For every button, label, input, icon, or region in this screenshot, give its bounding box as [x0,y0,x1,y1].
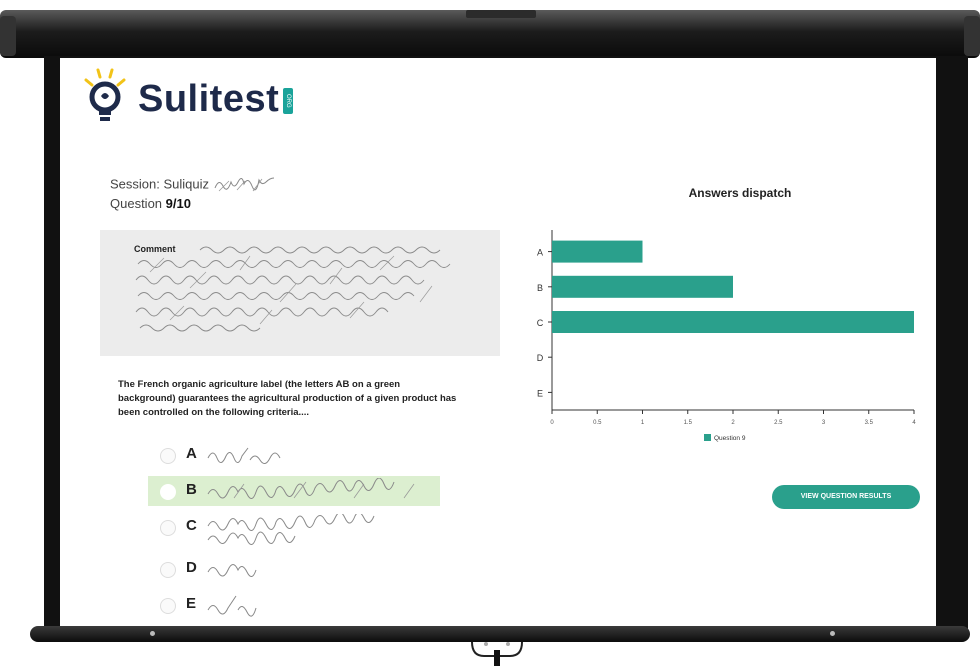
category-label-e: E [537,388,543,398]
projector-roller-top [0,10,980,58]
question-counter: Question 9/10 [110,196,191,211]
bar-a [552,240,643,263]
chart-title: Answers dispatch [688,186,792,200]
x-tick-label: 1.5 [684,420,693,426]
roller-end-cap-right [964,16,980,56]
answer-option-e[interactable]: E [148,590,440,620]
x-tick-label: 2.5 [774,420,783,426]
question-text: The French organic agriculture label (th… [118,379,457,418]
answer-option-c[interactable]: C [148,512,440,545]
x-tick-label: 4 [912,420,916,426]
question-prefix: Question [110,196,166,211]
answer-letter: E [186,595,197,612]
session-text: Session: Suliquiz [110,176,209,192]
answer-option-b[interactable]: B [148,476,440,506]
handwritten-scribble [214,177,274,192]
x-tick-label: 0 [550,420,554,426]
legend-label: Question 9 [714,435,746,442]
answer-handwriting [207,447,281,464]
roller-notch [466,10,536,18]
radio-button[interactable] [160,562,176,578]
roller-end-cap-left [0,16,16,56]
answer-handwriting [207,595,257,617]
answer-letter: B [186,481,197,498]
lightbulb-icon [84,68,126,121]
category-label-b: B [537,283,543,293]
answer-handwriting [207,514,375,545]
comment-label: Comment [134,244,176,254]
sulitest-logo: Sulitest ORG [80,66,310,126]
projected-app-screen: Sulitest ORG Session: Suliquiz Question … [60,58,936,630]
pull-handle-icon [471,641,523,666]
x-tick-label: 2 [731,420,735,426]
radio-button[interactable] [160,484,176,500]
answer-letter: C [186,517,197,534]
question-number: 9/10 [165,196,191,211]
category-label-c: C [537,318,544,328]
answer-handwriting [207,564,257,577]
answer-option-a[interactable]: A [148,440,440,470]
x-tick-label: 3.5 [865,420,874,426]
bottom-bar-screw [830,631,835,636]
brand-name: Sulitest [138,78,280,120]
radio-button[interactable] [160,448,176,464]
bar-c [552,311,914,333]
comment-box: Comment [100,230,500,356]
answer-option-d[interactable]: D [148,554,440,584]
radio-button[interactable] [160,520,176,536]
bar-b [552,275,733,298]
comment-handwriting [135,246,451,332]
x-tick-label: 3 [822,420,826,426]
category-label-d: D [537,353,544,363]
answer-handwriting [207,478,415,499]
x-tick-label: 0.5 [593,420,602,426]
session-label: Session: Suliquiz [110,176,277,194]
legend-swatch [704,434,711,441]
answer-letter: D [186,559,197,576]
category-label-a: A [537,248,543,258]
answer-letter: A [186,445,197,462]
answers-bar-chart: A B C D E 0 0.5 1 1.5 2 2.5 3 3.5 4 Question 9 [537,230,916,442]
brand-badge: ORG [283,88,293,114]
x-tick-label: 1 [641,420,645,426]
view-question-results-button[interactable]: VIEW QUESTION RESULTS [772,485,920,509]
bottom-bar-screw [150,631,155,636]
radio-button[interactable] [160,598,176,614]
